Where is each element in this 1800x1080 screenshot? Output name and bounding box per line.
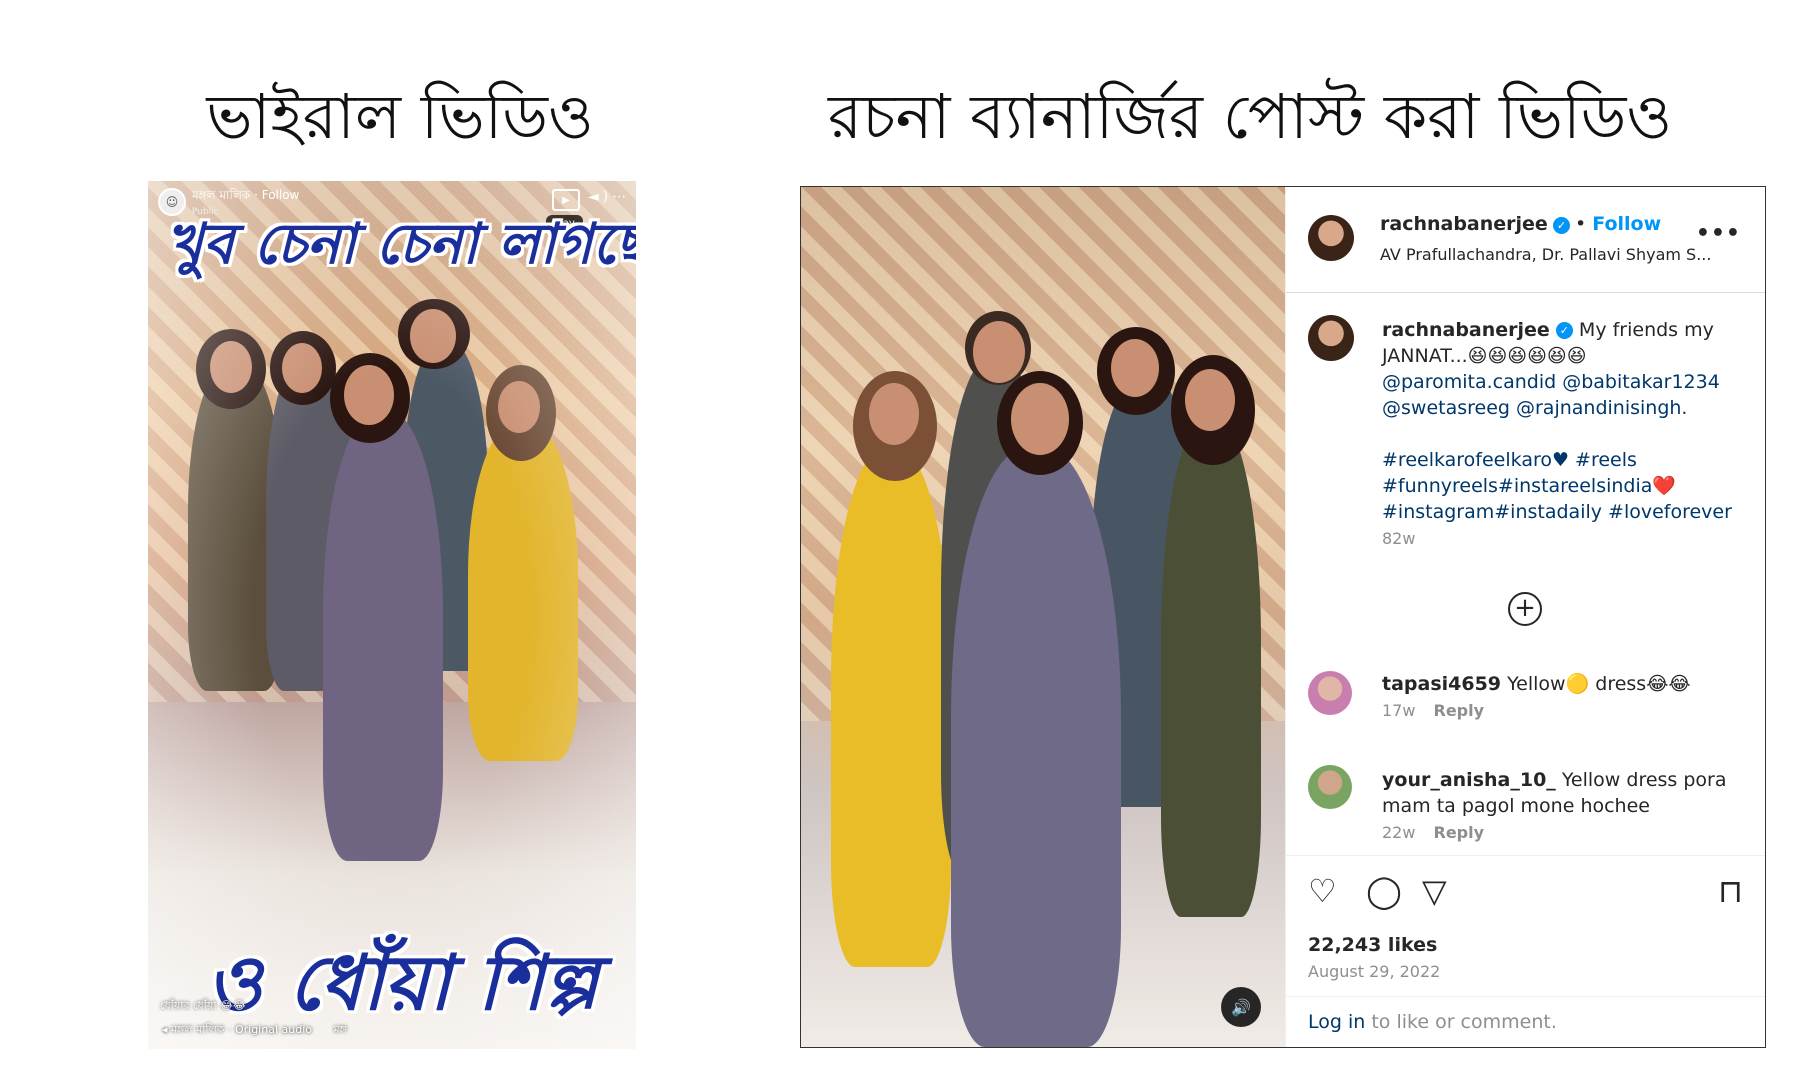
hashtags-line-3[interactable]: #instagram#instadaily #loveforever bbox=[1382, 501, 1732, 523]
caption-age: 82w bbox=[1382, 529, 1416, 548]
post-actions: ♡ ◯ ▽ ⊓ 22,243 likes August 29, 2022 Log… bbox=[1286, 855, 1765, 1047]
reply-button[interactable]: Reply bbox=[1434, 701, 1485, 720]
post-side-panel: rachnabanerjee ✓ • Follow AV Prafullacha… bbox=[1285, 187, 1765, 1047]
post-media[interactable]: 🔊 bbox=[801, 187, 1285, 1047]
person-figure bbox=[831, 447, 951, 967]
comment-age: 22w bbox=[1382, 823, 1416, 842]
comment-text: Yellow🟡 dress😂😂 bbox=[1507, 673, 1691, 695]
likes-count[interactable]: 22,243 likes bbox=[1308, 934, 1437, 956]
post-caption: rachnabanerjee ✓ My friends my JANNAT...… bbox=[1382, 317, 1752, 552]
vignette bbox=[148, 181, 636, 1049]
caption-username[interactable]: rachnabanerjee bbox=[1382, 319, 1550, 341]
comment-avatar[interactable] bbox=[1308, 765, 1352, 809]
instagram-post-card: 🔊 rachnabanerjee ✓ • Follow AV Prafullac… bbox=[800, 186, 1766, 1048]
load-more-comments-icon[interactable]: + bbox=[1508, 592, 1542, 626]
location-link[interactable]: AV Prafullachandra, Dr. Pallavi Shyam S.… bbox=[1380, 245, 1711, 264]
face bbox=[973, 321, 1025, 383]
caption-top: খুব চেনা চেনা লাগছে bbox=[166, 212, 636, 277]
comment-username[interactable]: tapasi4659 bbox=[1382, 673, 1501, 695]
face bbox=[1111, 339, 1159, 397]
face bbox=[1011, 383, 1069, 455]
audio-icon: ◂ bbox=[162, 1023, 172, 1036]
footer-audio-row: ◂ মঙ্গল মালিক · Original audio মঙ্গ bbox=[162, 1021, 347, 1040]
mentions-line-2[interactable]: @swetasreeg @rajnandinisingh. bbox=[1382, 397, 1687, 419]
comment-username[interactable]: your_anisha_10_ bbox=[1382, 769, 1556, 791]
header-userline: rachnabanerjee ✓ • Follow bbox=[1380, 213, 1661, 235]
reply-button[interactable]: Reply bbox=[1434, 823, 1485, 842]
hashtags-line-2[interactable]: #funnyreels#instareelsindia❤️ bbox=[1382, 475, 1676, 497]
face bbox=[869, 383, 919, 445]
heading-rachna-post: রচনা ব্যানার্জির পোস্ট করা ভিডিও bbox=[827, 80, 1673, 153]
dot-separator: • bbox=[1575, 213, 1593, 235]
person-figure bbox=[951, 447, 1121, 1047]
mentions-line-1[interactable]: @paromita.candid @babitakar1234 bbox=[1382, 371, 1720, 393]
volume-icon[interactable]: 🔊 bbox=[1221, 987, 1261, 1027]
caption-avatar[interactable] bbox=[1308, 315, 1354, 361]
bookmark-icon[interactable]: ⊓ bbox=[1718, 872, 1743, 910]
avatar[interactable] bbox=[1308, 215, 1354, 261]
share-icon[interactable]: ▽ bbox=[1422, 872, 1447, 910]
more-horizontal-icon[interactable]: ••• bbox=[1696, 221, 1741, 246]
login-link[interactable]: Log in bbox=[1308, 1011, 1365, 1033]
post-header: rachnabanerjee ✓ • Follow AV Prafullacha… bbox=[1286, 187, 1765, 293]
person-figure bbox=[1161, 417, 1261, 917]
header-username[interactable]: rachnabanerjee bbox=[1380, 213, 1548, 235]
footer-caption: ধোঁয়ার ধোঁয়া 😂😂 bbox=[160, 999, 246, 1012]
post-date: August 29, 2022 bbox=[1308, 962, 1441, 981]
verified-icon: ✓ bbox=[1552, 217, 1570, 234]
face bbox=[1185, 369, 1235, 431]
comment-age: 17w bbox=[1382, 701, 1416, 720]
comment-item: your_anisha_10_ Yellow dress pora mam ta… bbox=[1382, 767, 1752, 846]
viral-video-frame[interactable]: ☺ মঙ্গল মালিক · Follow Public ▶ Play ◄)⋯… bbox=[148, 181, 636, 1049]
follow-button[interactable]: Follow bbox=[1592, 213, 1661, 235]
hashtags-line-1[interactable]: #reelkarofeelkaro♥ #reels bbox=[1382, 449, 1637, 471]
comment-avatar[interactable] bbox=[1308, 671, 1352, 715]
comment-item: tapasi4659 Yellow🟡 dress😂😂 17w Reply bbox=[1382, 671, 1752, 724]
footer-audio[interactable]: মঙ্গল মালিক · Original audio bbox=[171, 1023, 312, 1036]
heading-viral-video: ভাইরাল ভিডিও bbox=[206, 80, 594, 153]
heart-icon[interactable]: ♡ bbox=[1308, 872, 1337, 910]
footer-extra: মঙ্গ bbox=[333, 1023, 347, 1036]
verified-icon: ✓ bbox=[1555, 322, 1573, 339]
login-prompt: Log in to like or comment. bbox=[1286, 996, 1765, 1047]
login-prompt-text: to like or comment. bbox=[1371, 1011, 1557, 1033]
comment-icon[interactable]: ◯ bbox=[1366, 872, 1402, 910]
